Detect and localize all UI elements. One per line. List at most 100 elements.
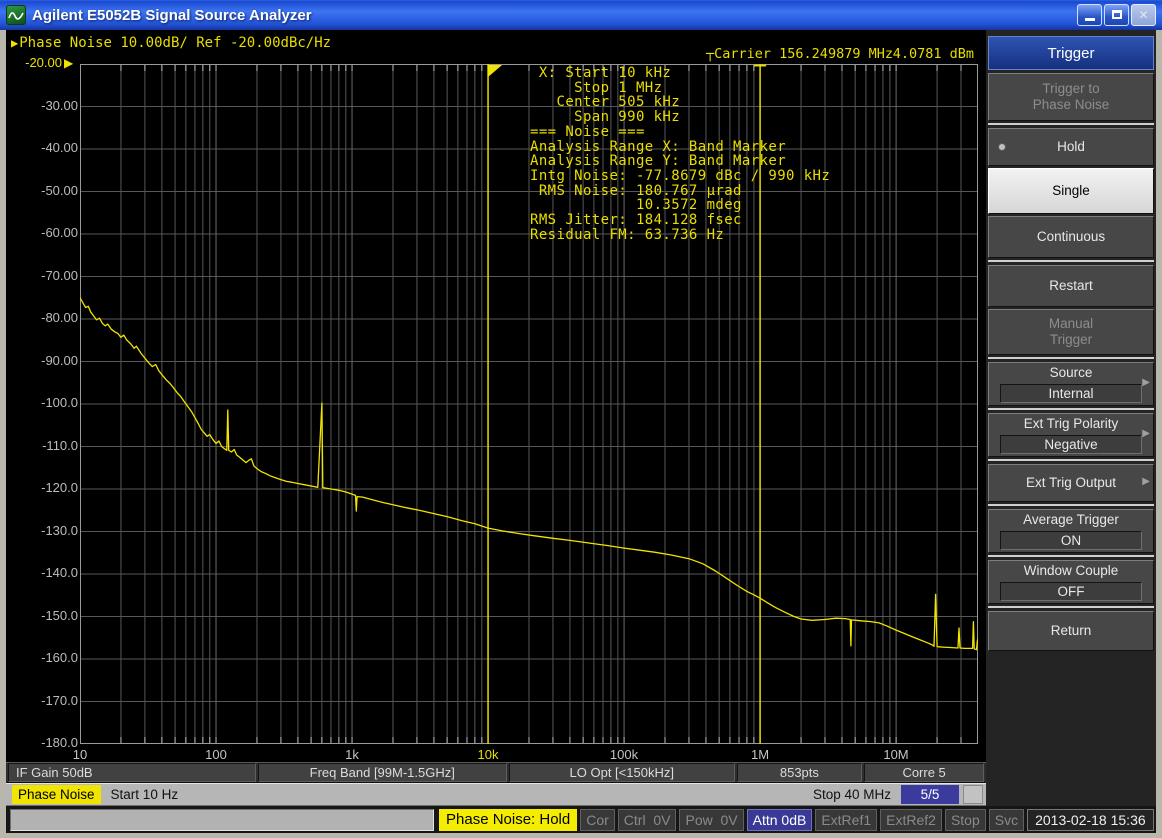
status-indicator-ext-ref-1: ExtRef1 <box>815 809 877 831</box>
status-indicator-service: Svc <box>989 809 1024 831</box>
softkey-separator <box>988 504 1154 506</box>
y-axis-tick-label: -90.00 <box>6 353 78 368</box>
plot-canvas <box>80 64 978 744</box>
x-axis-tick-label: 10 <box>73 747 87 762</box>
x-axis-tick-label: 1k <box>345 747 359 762</box>
radio-dot-icon <box>998 143 1006 151</box>
trace-header: ▶Phase Noise 10.00dB/ Ref -20.00dBc/Hz <box>11 35 331 51</box>
softkey-separator <box>988 123 1154 125</box>
trace-marker-icon: ▶ <box>11 36 18 50</box>
softkey-label: Window Couple <box>1024 563 1119 579</box>
window-title: Agilent E5052B Signal Source Analyzer <box>32 7 312 24</box>
sweep-stop-label: Stop 40 MHz <box>813 787 891 802</box>
softkey-label: Trigger to <box>1042 81 1099 97</box>
status-indicator-ctrl-voltage: Ctrl 0V <box>618 809 677 831</box>
softkey-manual-trigger[interactable]: ManualTrigger <box>988 309 1154 355</box>
softkey-label: Source <box>1050 365 1093 381</box>
softkey-label: Return <box>1051 623 1092 639</box>
softkey-value: Negative <box>1000 435 1142 454</box>
softkey-label: Single <box>1052 183 1090 199</box>
softkey-return[interactable]: Return <box>988 611 1154 651</box>
softkey-ext-trig-output[interactable]: Ext Trig Output ▶ <box>988 464 1154 502</box>
softkey-value: OFF <box>1000 582 1142 601</box>
status-indicator-power-voltage: Pow 0V <box>679 809 743 831</box>
y-axis-tick-label: -110.0 <box>6 438 78 453</box>
phase-noise-graph: ▶Phase Noise 10.00dB/ Ref -20.00dBc/Hz ┬… <box>6 30 986 762</box>
y-axis-tick-label: -20.00▶ <box>6 55 78 70</box>
page-spacer-cell <box>963 785 983 804</box>
softkey-average-trigger[interactable]: Average TriggerON <box>988 509 1154 553</box>
status-bar: Phase Noise: Hold CorCtrl 0VPow 0VAttn 0… <box>6 806 1156 833</box>
softkey-single[interactable]: Single <box>988 168 1154 214</box>
carrier-frequency: ┬Carrier 156.249879 MHz <box>706 46 893 62</box>
noise-analysis-readout: X: Start 10 kHz Stop 1 MHz Center 505 kH… <box>530 66 830 242</box>
softkey-source[interactable]: Source Internal▶ <box>988 362 1154 406</box>
softkey-label: Ext Trig Output <box>1026 475 1116 491</box>
y-axis-tick-label: -50.00 <box>6 183 78 198</box>
status-indicator-cor: Cor <box>580 809 615 831</box>
status-indicator-attenuator: Attn 0dB <box>747 809 813 831</box>
trace-scale-label: Phase Noise 10.00dB/ Ref -20.00dBc/Hz <box>19 35 331 51</box>
carrier-power: 4.0781 dBm <box>893 46 974 62</box>
x-axis-tick-label: 100 <box>205 747 227 762</box>
app-icon <box>6 5 26 25</box>
softkey-hold[interactable]: Hold <box>988 128 1154 166</box>
trigger-state-chip: Phase Noise: Hold <box>439 809 577 831</box>
softkey-value: Internal <box>1000 384 1142 403</box>
x-axis-tick-label: 100k <box>610 747 638 762</box>
y-axis-tick-label: -160.0 <box>6 650 78 665</box>
softkey-separator <box>988 606 1154 608</box>
softkey-trigger-to-phase-noise[interactable]: Trigger toPhase Noise <box>988 73 1154 121</box>
softkey-label: Ext Trig Polarity <box>1024 416 1119 432</box>
close-button[interactable]: ✕ <box>1131 4 1156 26</box>
minimize-icon <box>1085 18 1095 21</box>
y-axis-tick-label: -180.0 <box>6 735 78 750</box>
measurement-settings-bar: IF Gain 50dBFreq Band [99M-1.5GHz]LO Opt… <box>6 762 986 783</box>
y-axis-tick-label: -150.0 <box>6 608 78 623</box>
page-indicator: 5/5 <box>901 785 959 804</box>
band-marker-flag-icon <box>488 65 502 77</box>
y-axis-tick-label: -60.00 <box>6 225 78 240</box>
restore-icon <box>1112 10 1122 19</box>
readout-cell-correction: Corre 5 <box>864 763 984 782</box>
softkey-window-couple[interactable]: Window Couple OFF <box>988 560 1154 604</box>
submenu-arrow-icon: ▶ <box>1142 377 1150 389</box>
softkey-label: Average Trigger <box>1023 512 1119 528</box>
y-axis-tick-label: -140.0 <box>6 565 78 580</box>
sweep-range-bar: Phase Noise Start 10 Hz Stop 40 MHz 5/5 <box>6 783 986 806</box>
sweep-start-label: Start 10 Hz <box>111 787 179 802</box>
y-axis-tick-label: -40.00 <box>6 140 78 155</box>
softkey-ext-trig-polarity[interactable]: Ext Trig Polarity Negative▶ <box>988 413 1154 457</box>
softkey-menu: Trigger Trigger toPhase Noise Hold Single C… <box>986 30 1156 806</box>
softkey-separator <box>988 260 1154 262</box>
y-axis-tick-label: -120.0 <box>6 480 78 495</box>
softkey-separator <box>988 357 1154 359</box>
softkey-label: Phase Noise <box>1033 97 1110 113</box>
y-axis-tick-label: -100.0 <box>6 395 78 410</box>
close-icon: ✕ <box>1138 8 1148 22</box>
message-panel <box>10 809 434 831</box>
mode-chip: Phase Noise <box>12 785 101 804</box>
y-axis-tick-label: -130.0 <box>6 523 78 538</box>
status-indicator-stop-led: Stop <box>945 809 986 831</box>
x-axis-tick-label: 10k <box>478 747 499 762</box>
status-indicator-ext-ref-2: ExtRef2 <box>880 809 942 831</box>
minimize-button[interactable] <box>1077 4 1102 26</box>
submenu-arrow-icon: ▶ <box>1142 476 1150 488</box>
softkey-restart[interactable]: Restart <box>988 265 1154 307</box>
y-axis-tick-label: -80.00 <box>6 310 78 325</box>
softkey-separator <box>988 555 1154 557</box>
y-axis-tick-label: -70.00 <box>6 268 78 283</box>
submenu-arrow-icon: ▶ <box>1142 428 1150 440</box>
softkey-label: Hold <box>1057 139 1085 155</box>
softkey-continuous[interactable]: Continuous <box>988 216 1154 258</box>
readout-cell-freq-band: Freq Band [99M-1.5GHz] <box>258 763 507 782</box>
ref-level-marker-icon: ▶ <box>64 56 78 70</box>
x-axis-tick-label: 1M <box>751 747 769 762</box>
softkey-label: Continuous <box>1037 229 1105 245</box>
restore-button[interactable] <box>1104 4 1129 26</box>
readout-cell-if-gain: IF Gain 50dB <box>8 763 256 782</box>
readout-cell-points: 853pts <box>737 763 863 782</box>
softkey-menu-title: Trigger <box>988 36 1154 70</box>
softkey-separator <box>988 459 1154 461</box>
